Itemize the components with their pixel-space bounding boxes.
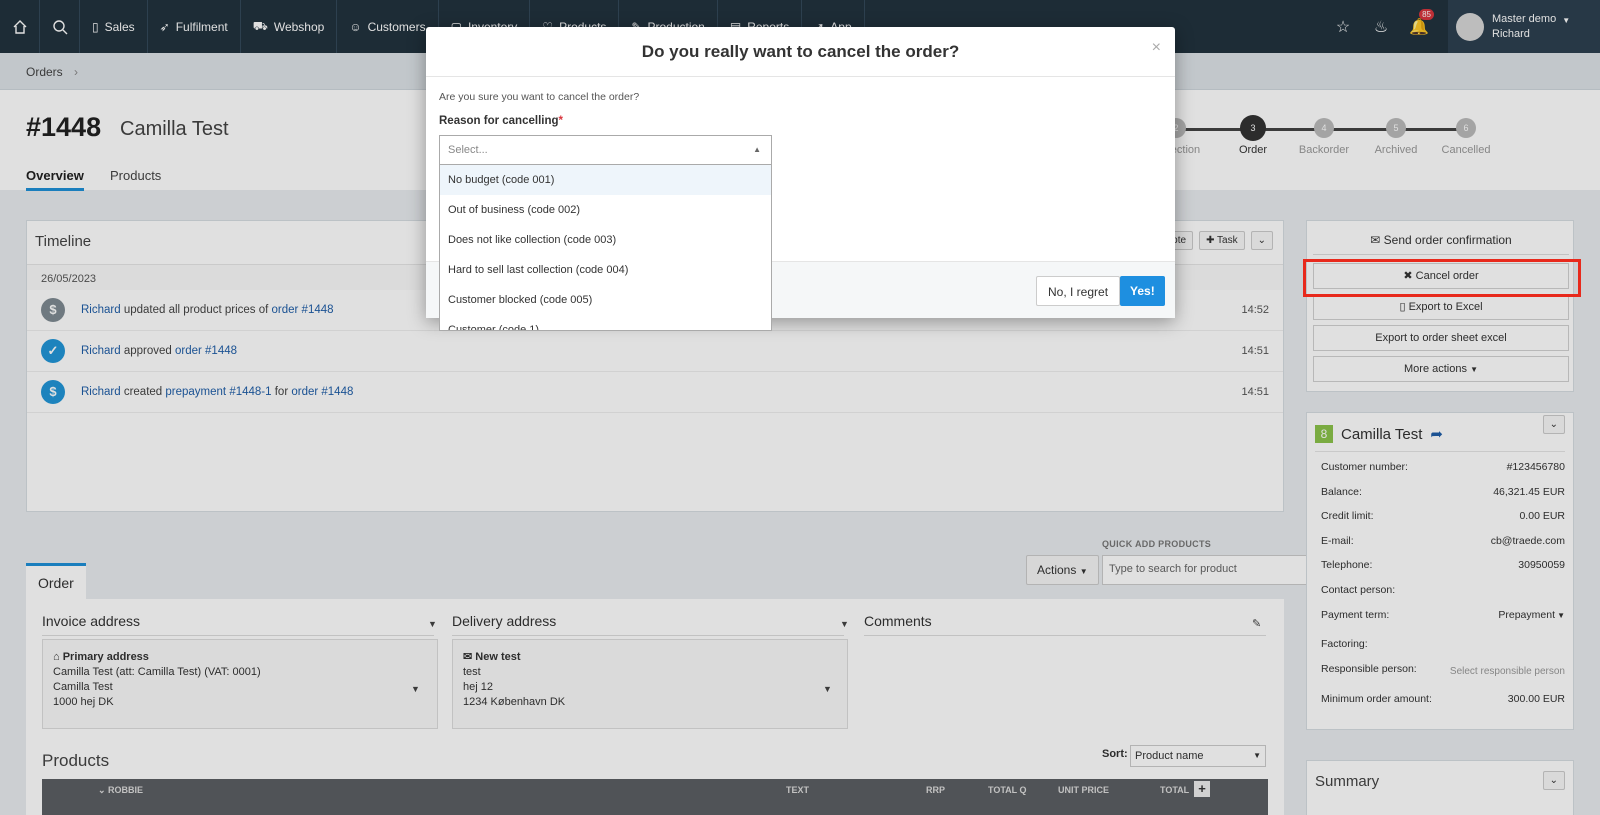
reason-label-text: Reason for cancelling xyxy=(439,115,559,127)
reason-label: Reason for cancelling* xyxy=(439,115,563,127)
reason-select[interactable]: Select... ▲ xyxy=(439,135,772,165)
highlight-box xyxy=(1303,259,1581,297)
yes-button[interactable]: Yes! xyxy=(1120,276,1165,306)
close-icon[interactable]: × xyxy=(1152,39,1161,57)
reason-dropdown-list: No budget (code 001) Out of business (co… xyxy=(439,165,772,331)
select-placeholder: Select... xyxy=(448,144,488,156)
reason-option[interactable]: Hard to sell last collection (code 004) xyxy=(440,255,771,285)
modal-title: Do you really want to cancel the order? xyxy=(426,27,1175,77)
caret-up-icon: ▲ xyxy=(753,145,761,154)
reason-option[interactable]: Out of business (code 002) xyxy=(440,195,771,225)
reason-option[interactable]: Customer (code 1) xyxy=(440,315,771,330)
no-regret-button[interactable]: No, I regret xyxy=(1036,276,1121,306)
required-asterisk: * xyxy=(558,115,563,127)
reason-option[interactable]: No budget (code 001) xyxy=(440,165,771,195)
reason-option[interactable]: Does not like collection (code 003) xyxy=(440,225,771,255)
modal-question: Are you sure you want to cancel the orde… xyxy=(439,91,640,103)
reason-option[interactable]: Customer blocked (code 005) xyxy=(440,285,771,315)
